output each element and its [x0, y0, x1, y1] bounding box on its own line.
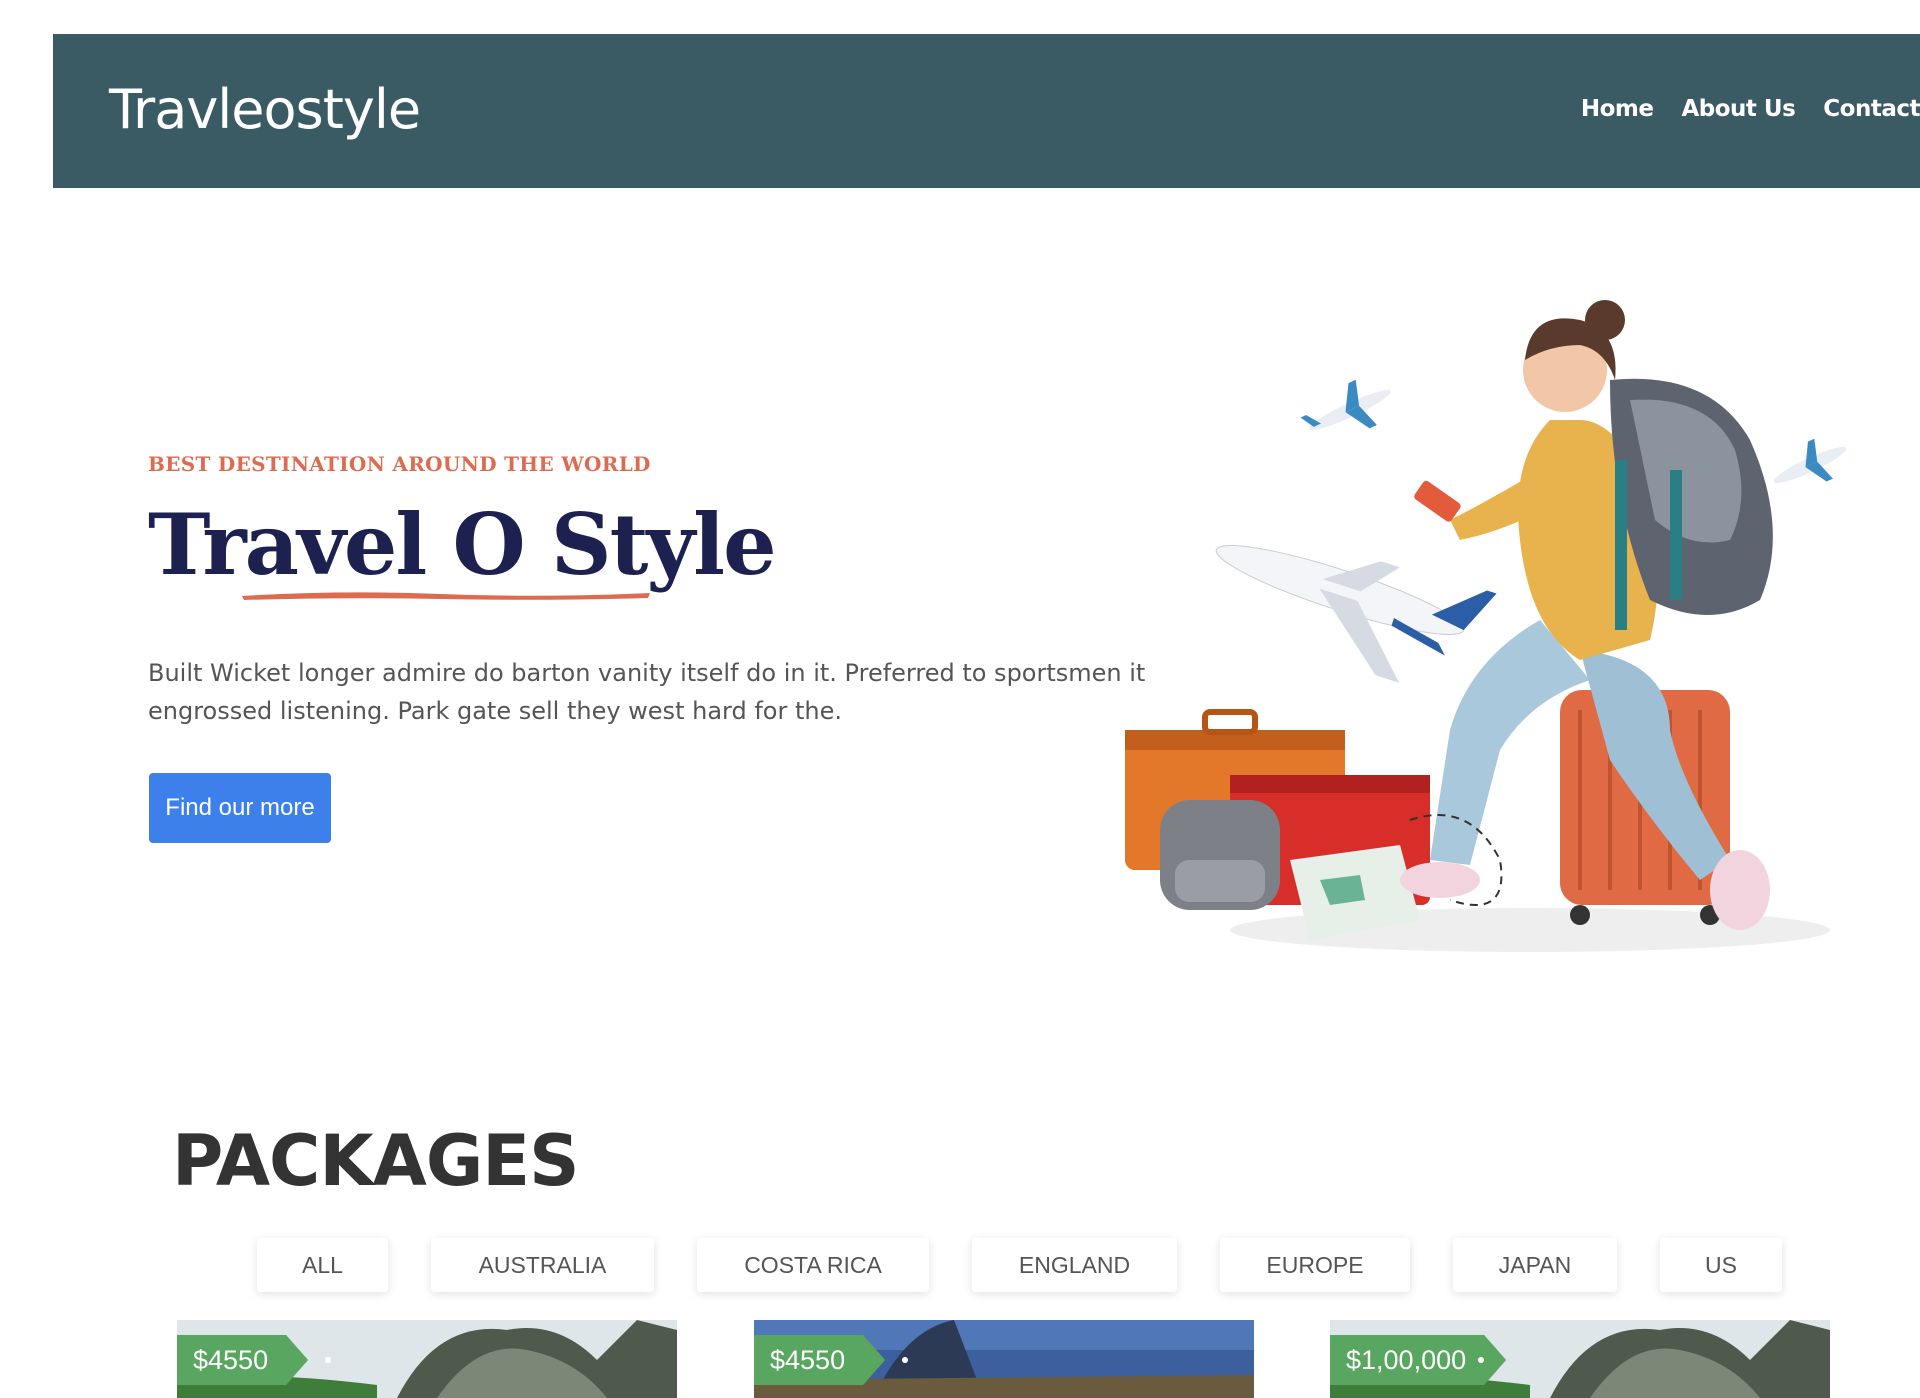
hero-eyebrow: BEST DESTINATION AROUND THE WORLD [148, 452, 651, 476]
filter-europe-button[interactable]: EUROPE [1220, 1238, 1410, 1292]
backpack-icon [1160, 800, 1280, 910]
nav-about-link[interactable]: About Us [1681, 96, 1795, 122]
nav-home-link[interactable]: Home [1581, 96, 1654, 122]
traveler-illustration [1125, 300, 1847, 952]
package-card[interactable]: $1,00,000 [1330, 1320, 1830, 1398]
filter-all-button[interactable]: ALL [257, 1238, 388, 1292]
price-tag-dot [1478, 1357, 1484, 1363]
price-tag: $4550 [754, 1335, 885, 1385]
airplane-icon [1215, 545, 1497, 683]
filter-us-button[interactable]: US [1660, 1238, 1782, 1292]
nav-links: Home About Us Contact [1581, 96, 1920, 122]
filter-australia-button[interactable]: AUSTRALIA [431, 1238, 654, 1292]
small-plane-icon [1773, 438, 1847, 484]
price-tag-dot [325, 1357, 331, 1363]
package-card[interactable]: $4550 [177, 1320, 677, 1398]
filter-england-button[interactable]: ENGLAND [972, 1238, 1177, 1292]
price-tag-dot [902, 1357, 908, 1363]
nav-contact-link[interactable]: Contact [1823, 96, 1920, 122]
hero-title: Travel O Style [148, 495, 777, 594]
package-card[interactable]: $4550 [754, 1320, 1254, 1398]
brand-logo[interactable]: Travleostyle [109, 78, 421, 141]
packages-title: PACKAGES [172, 1120, 580, 1202]
hero-description: Built Wicket longer admire do barton van… [148, 659, 1146, 725]
find-out-more-button[interactable]: Find our more [149, 773, 331, 843]
filter-japan-button[interactable]: JAPAN [1453, 1238, 1617, 1292]
brush-underline-decoration [242, 592, 650, 600]
price-tag: $4550 [177, 1335, 308, 1385]
small-plane-icon [1300, 379, 1391, 431]
filter-costa-rica-button[interactable]: COSTA RICA [697, 1238, 929, 1292]
navbar: Travleostyle Home About Us Contact [53, 34, 1920, 188]
